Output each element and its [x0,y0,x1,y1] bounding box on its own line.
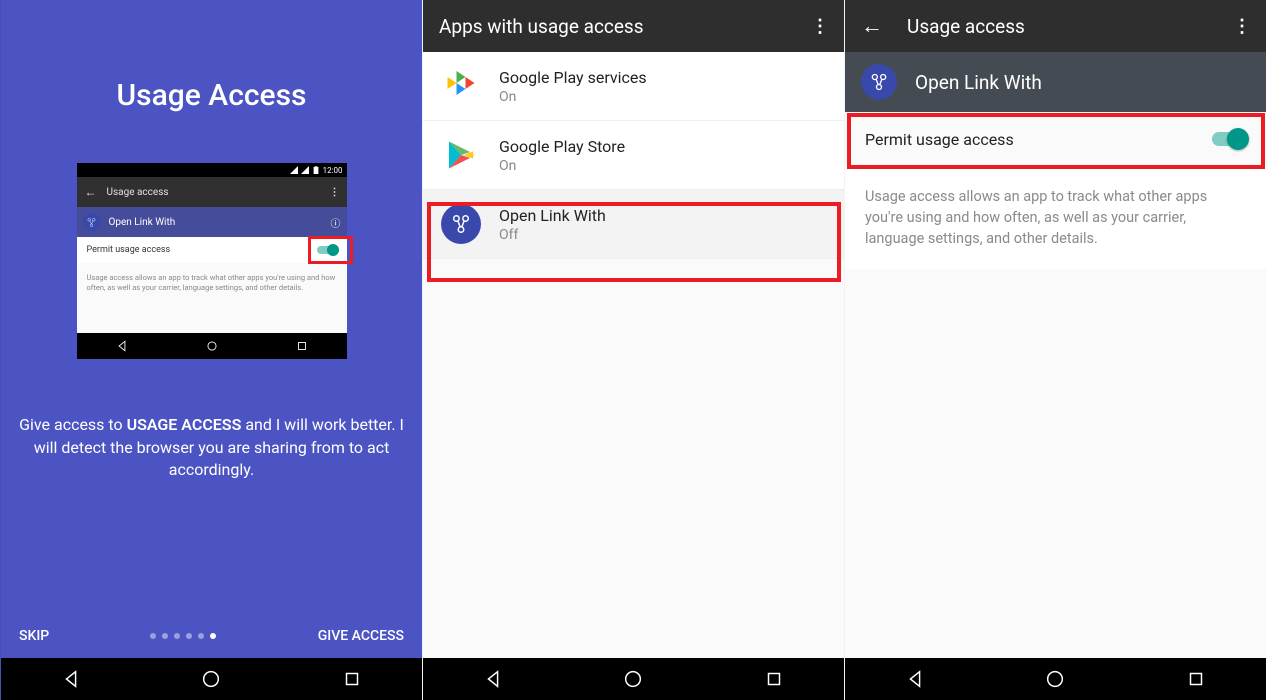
play-services-icon [441,66,481,106]
empty-space [423,259,844,658]
play-store-icon [441,135,481,175]
status-bar: 12:00 [77,163,347,177]
system-navbar [845,658,1266,700]
permit-label: Permit usage access [865,130,1014,149]
nav-back-icon[interactable] [482,668,504,690]
nav-back-icon[interactable] [904,668,926,690]
appbar-title: Usage access [907,15,1233,38]
nav-recent-icon [295,339,309,353]
signal-icon [301,166,309,174]
list-item-open-link-with[interactable]: Open Link With Off [423,190,844,259]
dot [150,633,156,639]
overflow-menu-icon[interactable]: ⋮ [1233,16,1250,37]
mock-app-header: Open Link With ⓘ [77,207,347,237]
nav-home-icon[interactable] [200,668,222,690]
mock-permit-label: Permit usage access [87,245,171,255]
app-status: Off [499,227,606,243]
mock-toggle [317,246,337,254]
app-status: On [499,89,647,105]
empty-space [845,269,1266,658]
back-icon: ← [85,185,97,199]
onboarding-caption: Give access to USAGE ACCESS and I will w… [1,414,422,481]
open-link-with-icon [441,204,481,244]
appbar: Apps with usage access ⋮ [423,0,844,52]
nav-home-icon[interactable] [1044,668,1066,690]
nav-back-icon [115,339,129,353]
usage-access-detail-panel: ← Usage access ⋮ Open Link With Permit u… [844,0,1266,700]
phone-mockup: 12:00 ← Usage access ⋮ Open Link With ⓘ … [77,163,347,359]
open-link-with-icon [83,213,101,231]
caption-bold: USAGE ACCESS [127,415,242,434]
skip-button[interactable]: SKIP [19,628,49,644]
system-navbar [1,658,422,700]
nav-recent-icon[interactable] [341,668,363,690]
nav-home-icon[interactable] [622,668,644,690]
mock-title: Usage access [107,187,330,198]
overflow-menu-icon[interactable]: ⋮ [811,16,828,37]
permit-usage-access-row[interactable]: Permit usage access [845,112,1266,166]
give-access-button[interactable]: GIVE ACCESS [318,628,404,644]
onboarding-panel: Usage Access 12:00 ← Usage access ⋮ Open… [0,0,422,700]
nav-recent-icon[interactable] [1185,668,1207,690]
nav-recent-icon[interactable] [763,668,785,690]
app-name: Open Link With [499,206,606,225]
battery-icon [312,166,320,174]
onboarding-footer: SKIP GIVE ACCESS [1,614,422,658]
page-title: Usage Access [1,78,422,113]
mock-appbar: ← Usage access ⋮ [77,177,347,207]
nav-home-icon [205,339,219,353]
list-item[interactable]: Google Play services On [423,52,844,121]
info-icon: ⓘ [331,215,341,230]
apps-list: Google Play services On Google Play Stor… [423,52,844,259]
appbar: ← Usage access ⋮ [845,0,1266,52]
caption-pre: Give access to [19,415,126,434]
nav-back-icon[interactable] [60,668,82,690]
permit-toggle[interactable] [1212,132,1246,146]
status-time: 12:00 [323,166,343,175]
dot [162,633,168,639]
page-indicator [150,633,216,639]
system-navbar [423,658,844,700]
mock-permit-row: Permit usage access [77,237,347,263]
back-button[interactable]: ← [861,13,883,39]
mock-navbar [77,333,347,359]
app-header: Open Link With [845,52,1266,112]
app-status: On [499,158,625,174]
signal-icon [290,166,298,174]
mock-desc: Usage access allows an app to track what… [77,263,347,333]
dot [174,633,180,639]
overflow-menu-icon: ⋮ [330,187,339,198]
open-link-with-icon [861,64,897,100]
appbar-title: Apps with usage access [439,15,811,38]
mock-app-name: Open Link With [109,217,176,228]
mock-content: Permit usage access Usage access allows … [77,237,347,333]
dot [186,633,192,639]
list-item[interactable]: Google Play Store On [423,121,844,190]
app-name: Google Play services [499,68,647,87]
app-name: Google Play Store [499,137,625,156]
dot-active [210,633,216,639]
apps-list-panel: Apps with usage access ⋮ Google Play ser… [422,0,844,700]
description-text: Usage access allows an app to track what… [845,166,1266,269]
app-name: Open Link With [915,71,1042,94]
dot [198,633,204,639]
